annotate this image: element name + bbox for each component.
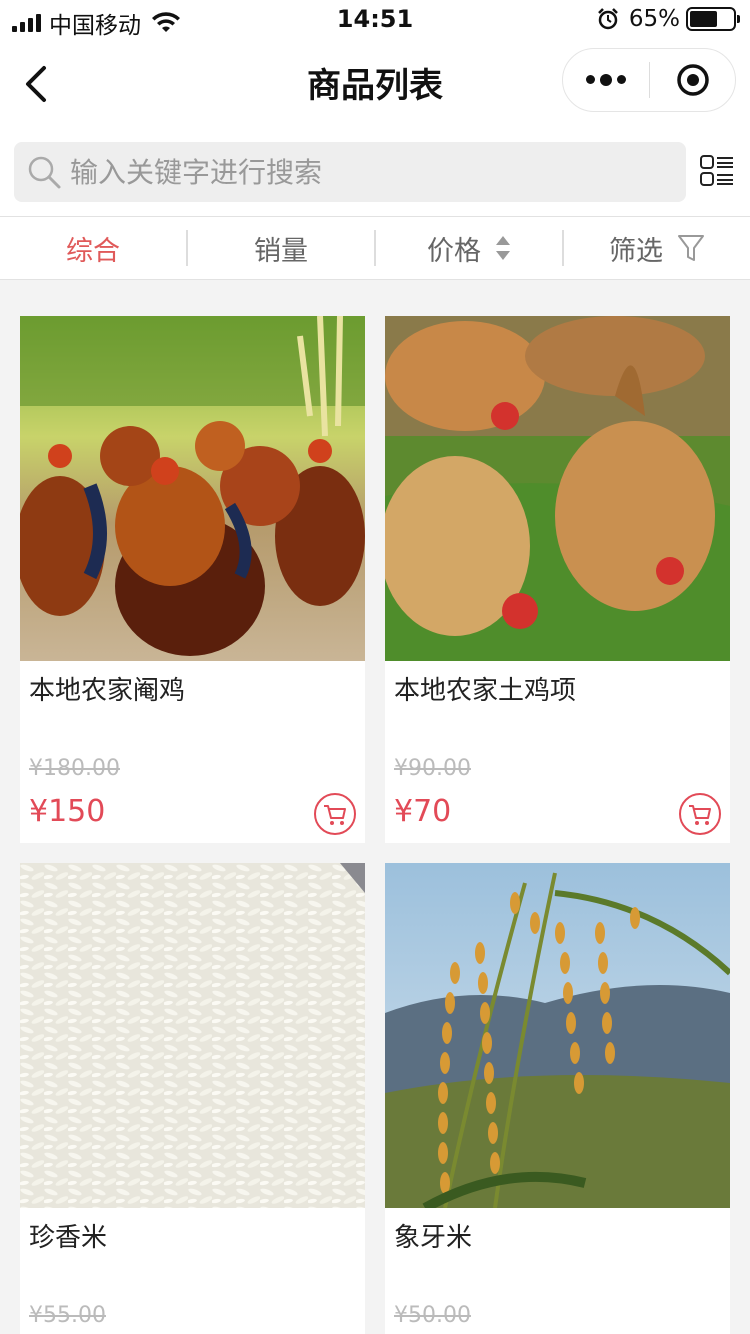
product-name: 本地农家土鸡项 — [394, 676, 577, 706]
close-target-button[interactable] — [650, 62, 735, 98]
product-original-price: ¥180.00 — [29, 756, 120, 781]
search-box[interactable] — [14, 142, 686, 202]
tab-label: 筛选 — [609, 235, 663, 267]
more-dots-icon[interactable] — [563, 73, 649, 86]
search-row — [0, 128, 750, 216]
product-original-price: ¥50.00 — [394, 1303, 471, 1328]
tab-sales[interactable]: 销量 — [188, 229, 374, 268]
product-image-hens — [385, 316, 730, 661]
filter-funnel-icon — [678, 235, 704, 261]
product-original-price: ¥90.00 — [394, 756, 471, 781]
nav-bar: 商品列表 — [0, 40, 750, 128]
add-to-cart-icon[interactable] — [678, 792, 722, 836]
product-card[interactable]: 本地农家阉鸡 ¥180.00 ¥150 — [20, 316, 365, 843]
product-image-rice-plant — [385, 863, 730, 1208]
search-input[interactable] — [70, 142, 670, 202]
product-price: ¥150 — [29, 794, 106, 829]
tab-price[interactable]: 价格 — [376, 229, 562, 268]
product-image-white-rice — [20, 863, 365, 1208]
alarm-icon — [597, 8, 618, 30]
list-view-toggle-icon[interactable] — [700, 154, 734, 188]
product-original-price: ¥55.00 — [29, 1303, 106, 1328]
search-icon — [28, 156, 61, 189]
battery-percent: 65% — [628, 6, 680, 32]
sort-tabs: 综合 销量 价格 筛选 — [0, 216, 750, 280]
product-image-roosters — [20, 316, 365, 661]
product-name: 珍香米 — [29, 1223, 108, 1253]
tab-comprehensive[interactable]: 综合 — [0, 229, 186, 268]
target-circle-icon — [676, 64, 709, 96]
add-to-cart-icon[interactable] — [313, 792, 357, 836]
tab-label: 综合 — [66, 235, 120, 267]
battery-fill — [690, 11, 718, 27]
product-name: 象牙米 — [394, 1223, 473, 1253]
tab-label: 价格 — [427, 235, 481, 267]
product-card[interactable]: 象牙米 ¥50.00 — [385, 863, 730, 1334]
miniprogram-capsule — [562, 48, 736, 112]
sort-arrows-icon — [496, 236, 510, 260]
battery-icon — [686, 7, 740, 31]
product-name: 本地农家阉鸡 — [29, 676, 186, 706]
tab-label: 销量 — [254, 235, 308, 267]
tab-filter[interactable]: 筛选 — [564, 229, 750, 268]
status-right: 65% — [597, 6, 740, 32]
status-bar: 中国移动 14:51 65% — [0, 0, 750, 40]
product-card[interactable]: 本地农家土鸡项 ¥90.00 ¥70 — [385, 316, 730, 843]
product-grid: 本地农家阉鸡 ¥180.00 ¥150 本地农家土鸡项 ¥90.00 ¥70 珍… — [20, 316, 730, 1334]
product-price: ¥70 — [394, 794, 452, 829]
product-card[interactable]: 珍香米 ¥55.00 — [20, 863, 365, 1334]
